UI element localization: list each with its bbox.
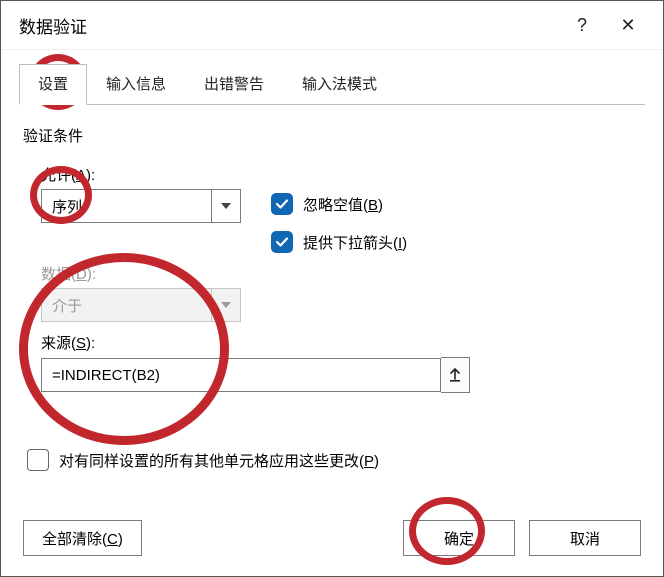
dropdown-checkbox[interactable]: 提供下拉箭头(I) xyxy=(271,231,407,253)
tab-strip: 设置 输入信息 出错警告 输入法模式 xyxy=(1,50,663,105)
button-label: 确定 xyxy=(444,528,474,549)
tab-label: 输入信息 xyxy=(106,76,166,93)
source-input[interactable]: =INDIRECT(B2) xyxy=(41,358,441,392)
ignore-blank-label: 忽略空值(B) xyxy=(303,194,383,215)
titlebar: 数据验证 ? ✕ xyxy=(1,1,663,50)
allow-value: 序列 xyxy=(42,190,211,222)
dialog-body: 验证条件 允许(A): 序列 忽略空值(B) xyxy=(1,105,663,506)
data-combobox: 介于 xyxy=(41,288,241,322)
chevron-down-icon xyxy=(221,302,231,308)
data-dropdown-button xyxy=(211,289,240,321)
dialog-title: 数据验证 xyxy=(19,13,559,38)
help-button[interactable]: ? xyxy=(559,15,605,36)
ok-button[interactable]: 确定 xyxy=(403,520,515,556)
button-bar: 全部清除(C) 确定 取消 xyxy=(1,506,663,576)
allow-combobox[interactable]: 序列 xyxy=(41,189,241,223)
collapse-dialog-icon xyxy=(448,367,462,383)
data-value: 介于 xyxy=(42,289,211,321)
tab-input-message[interactable]: 输入信息 xyxy=(87,64,185,105)
tab-ime-mode[interactable]: 输入法模式 xyxy=(283,64,396,105)
checkbox-unchecked-icon xyxy=(27,449,49,471)
button-label: 取消 xyxy=(570,528,600,549)
ignore-blank-checkbox[interactable]: 忽略空值(B) xyxy=(271,193,407,215)
source-value: =INDIRECT(B2) xyxy=(52,367,160,384)
allow-dropdown-button[interactable] xyxy=(211,190,240,222)
tab-label: 出错警告 xyxy=(204,76,264,93)
criteria-group-label: 验证条件 xyxy=(23,125,641,146)
apply-all-checkbox[interactable]: 对有同样设置的所有其他单元格应用这些更改(P) xyxy=(27,449,379,471)
tab-error-alert[interactable]: 出错警告 xyxy=(185,64,283,105)
dropdown-label: 提供下拉箭头(I) xyxy=(303,232,407,253)
source-label: 来源(S): xyxy=(41,332,641,353)
clear-all-button[interactable]: 全部清除(C) xyxy=(23,520,142,556)
tab-label: 输入法模式 xyxy=(302,76,377,93)
allow-label: 允许(A): xyxy=(41,164,641,185)
chevron-down-icon xyxy=(221,203,231,209)
tab-settings[interactable]: 设置 xyxy=(19,64,87,105)
apply-all-label: 对有同样设置的所有其他单元格应用这些更改(P) xyxy=(59,450,379,471)
checkbox-checked-icon xyxy=(271,193,293,215)
checkbox-checked-icon xyxy=(271,231,293,253)
range-select-button[interactable] xyxy=(441,357,470,393)
cancel-button[interactable]: 取消 xyxy=(529,520,641,556)
tab-label: 设置 xyxy=(38,76,68,93)
close-button[interactable]: ✕ xyxy=(605,15,651,36)
data-label: 数据(D): xyxy=(41,263,641,284)
data-validation-dialog: 数据验证 ? ✕ 设置 输入信息 出错警告 输入法模式 验证条件 允许(A): … xyxy=(0,0,664,577)
button-label: 全部清除(C) xyxy=(42,528,123,549)
